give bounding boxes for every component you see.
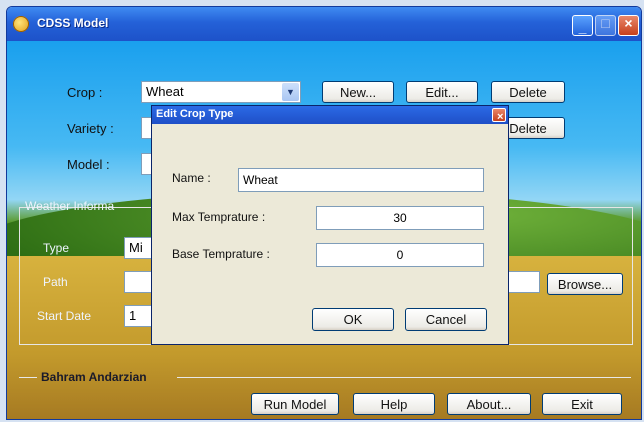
base-temp-label: Base Temprature : xyxy=(172,247,270,261)
start-date-input[interactable]: 1 xyxy=(124,305,154,327)
edit-crop-button[interactable]: Edit... xyxy=(406,81,478,103)
maximize-icon: □ xyxy=(601,15,610,31)
max-temp-label: Max Temprature : xyxy=(172,210,266,224)
new-crop-button[interactable]: New... xyxy=(322,81,394,103)
edit-crop-dialog: Edit Crop Type × Name : Wheat Max Tempra… xyxy=(151,105,509,345)
about-button[interactable]: About... xyxy=(447,393,531,415)
close-icon: × xyxy=(624,15,633,31)
type-select[interactable]: Mi xyxy=(124,237,154,259)
cancel-button[interactable]: Cancel xyxy=(405,308,487,331)
ok-button[interactable]: OK xyxy=(312,308,394,331)
dialog-title-bar[interactable]: Edit Crop Type × xyxy=(152,106,508,124)
dialog-close-button[interactable]: × xyxy=(492,108,506,123)
browse-button[interactable]: Browse... xyxy=(547,273,623,295)
main-window: CDSS Model _ □ × Crop : Wheat ▼ New... E… xyxy=(6,6,642,420)
type-select-value: Mi xyxy=(129,240,143,255)
run-model-button[interactable]: Run Model xyxy=(251,393,339,415)
start-date-label: Start Date xyxy=(37,309,92,323)
variety-label: Variety : xyxy=(67,121,114,136)
title-bar[interactable]: CDSS Model _ □ × xyxy=(7,7,641,41)
dialog-title: Edit Crop Type xyxy=(156,108,234,120)
footer-divider-left xyxy=(19,377,37,378)
model-label: Model : xyxy=(67,157,110,172)
crop-select-value: Wheat xyxy=(146,84,184,99)
author-label: Bahram Andarzian xyxy=(41,370,147,384)
exit-button[interactable]: Exit xyxy=(542,393,622,415)
close-button[interactable]: × xyxy=(618,15,639,36)
maximize-button[interactable]: □ xyxy=(595,15,616,36)
footer-divider-right xyxy=(177,377,631,378)
type-label: Type xyxy=(43,241,70,255)
minimize-button[interactable]: _ xyxy=(572,15,593,36)
name-label: Name : xyxy=(172,171,211,185)
path-label: Path xyxy=(43,275,68,289)
name-input[interactable]: Wheat xyxy=(238,168,484,192)
max-temp-input[interactable]: 30 xyxy=(316,206,484,230)
app-icon xyxy=(13,16,29,32)
help-button[interactable]: Help xyxy=(353,393,435,415)
delete-crop-button[interactable]: Delete xyxy=(491,81,565,103)
window-title: CDSS Model xyxy=(37,16,109,30)
chevron-down-icon[interactable]: ▼ xyxy=(282,83,299,101)
weather-group-title: Weather Informa xyxy=(25,199,115,213)
base-temp-input[interactable]: 0 xyxy=(316,243,484,267)
minimize-icon: _ xyxy=(578,19,587,35)
crop-select[interactable]: Wheat ▼ xyxy=(141,81,301,103)
close-icon: × xyxy=(497,111,504,123)
crop-label: Crop : xyxy=(67,85,103,100)
start-date-value: 1 xyxy=(129,308,137,323)
